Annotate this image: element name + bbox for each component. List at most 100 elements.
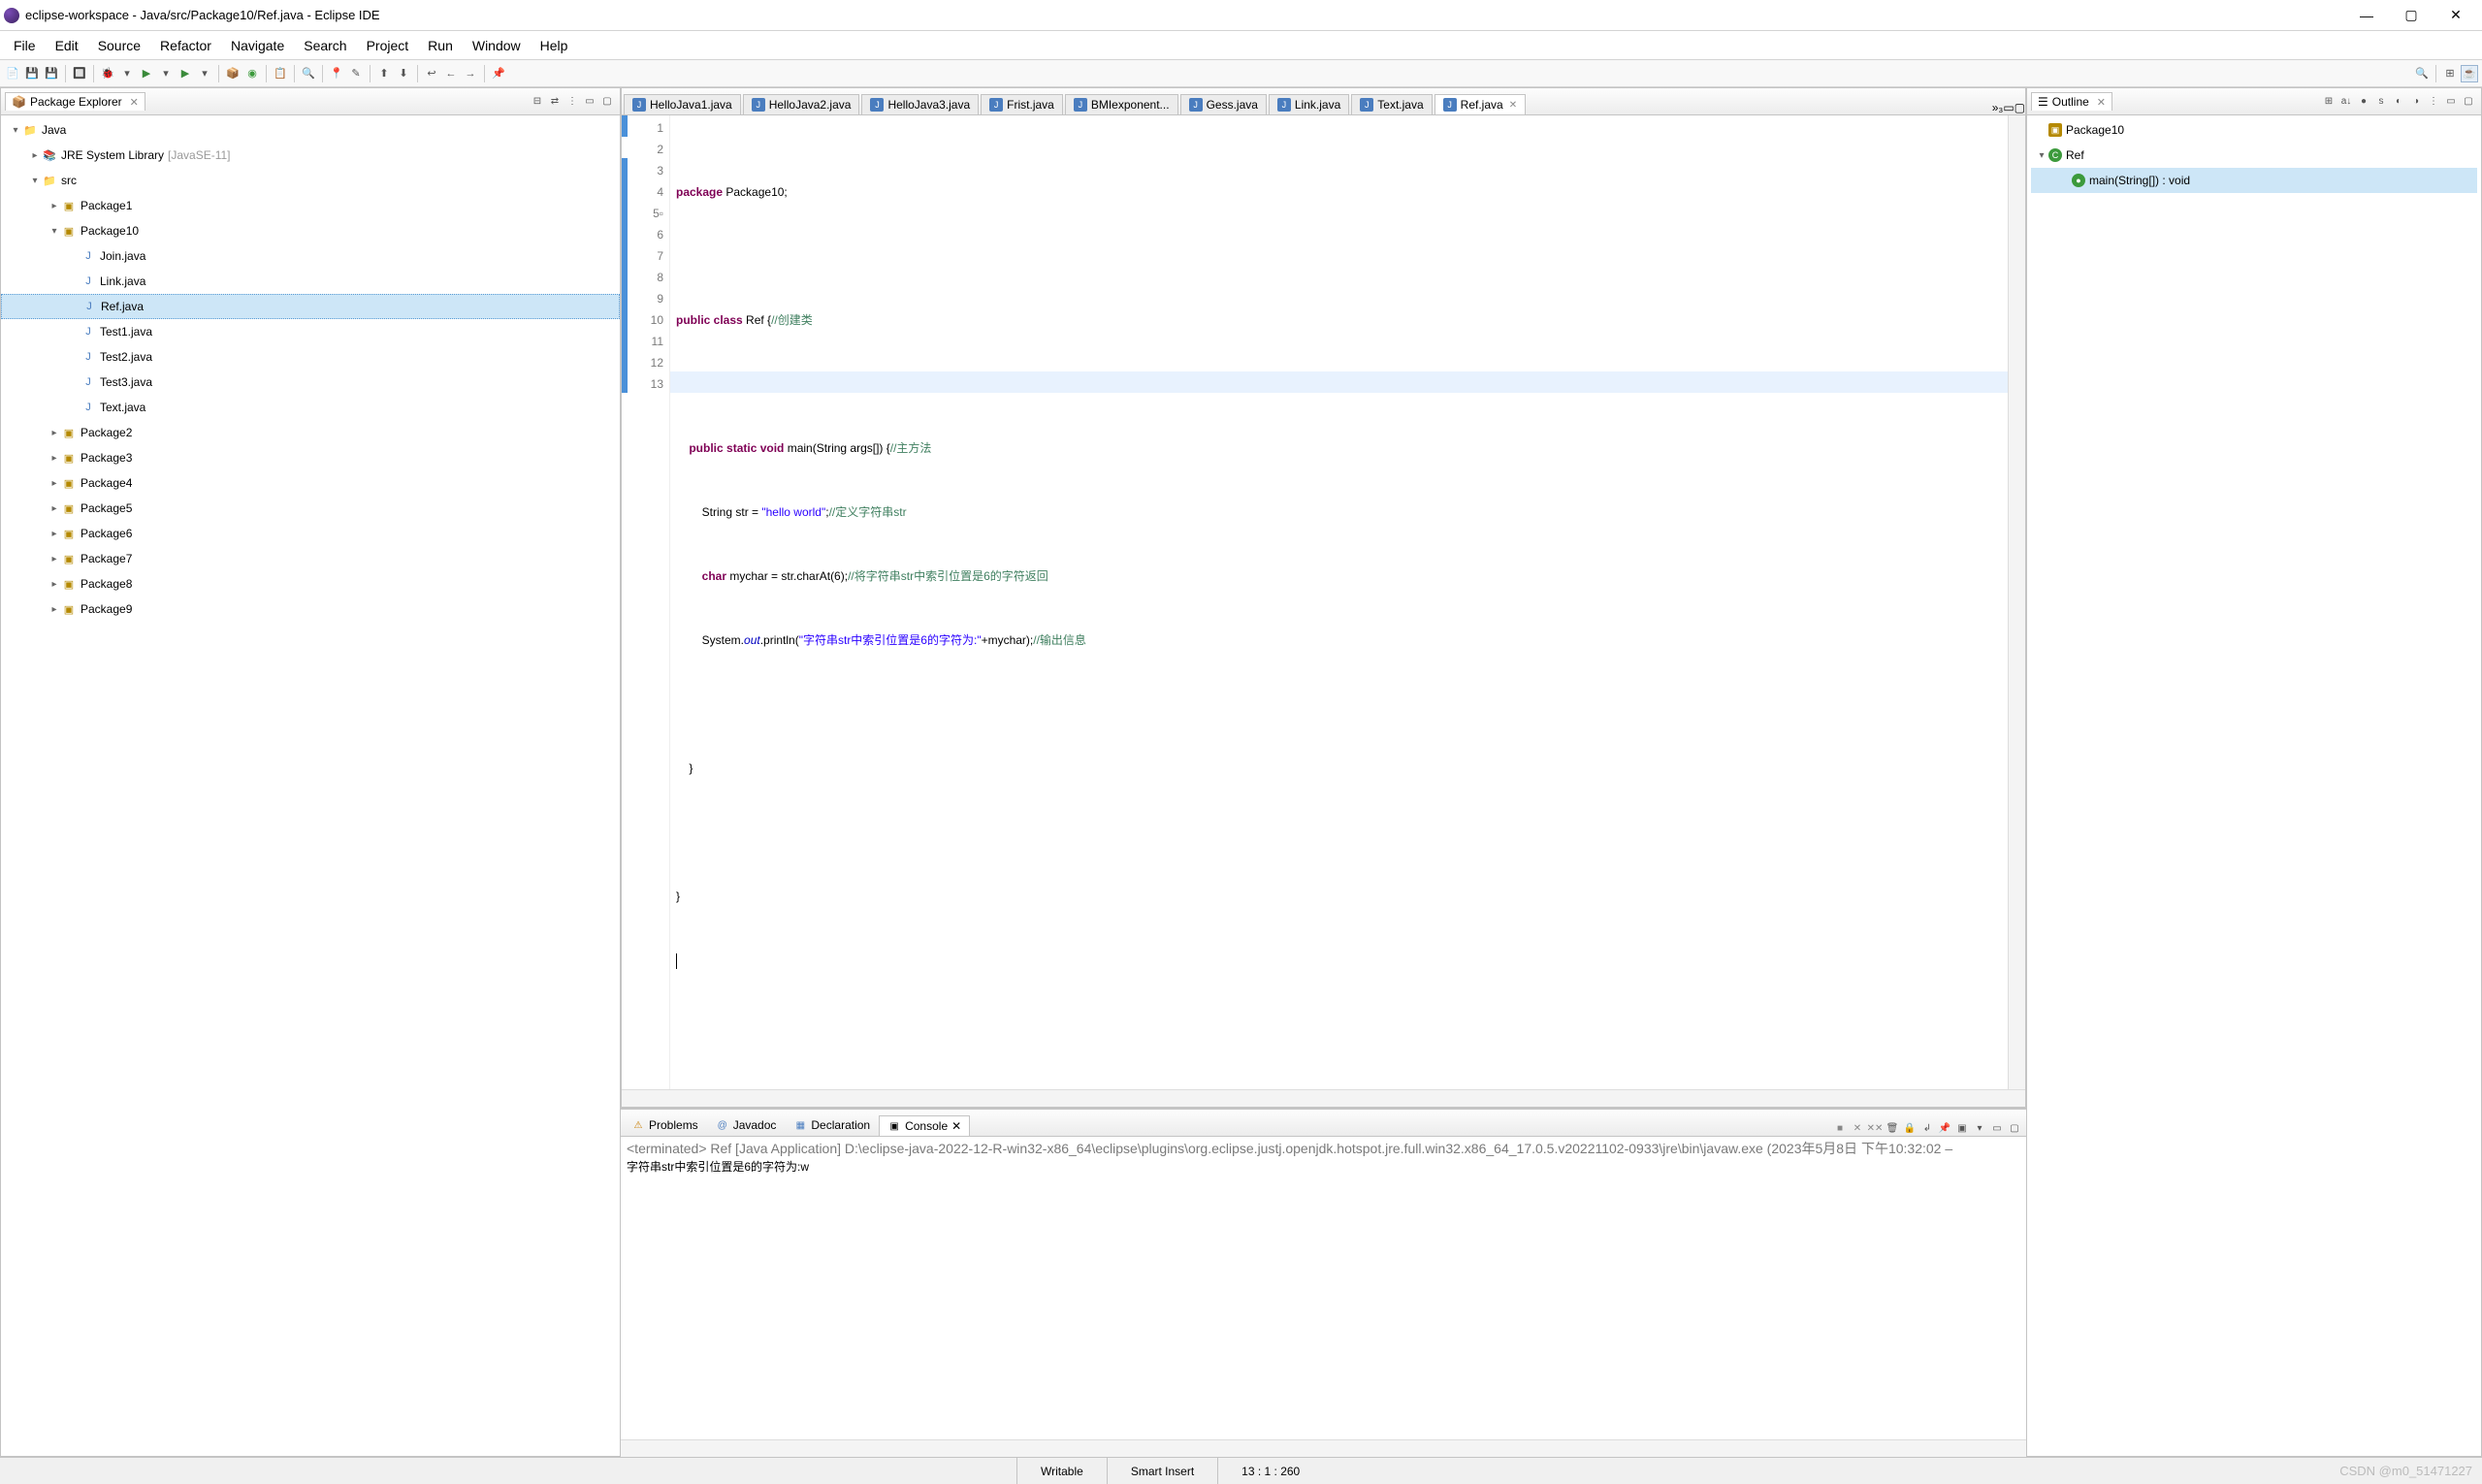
expand-icon[interactable]: ▾ [28,176,42,186]
expand-icon[interactable]: ▸ [48,503,61,514]
maximize-button[interactable]: ▢ [2389,0,2434,31]
maximize-view-button[interactable]: ▢ [599,94,615,110]
focus-button[interactable]: ⊞ [2321,94,2337,110]
close-window-button[interactable]: ✕ [2434,0,2478,31]
tab-console[interactable]: ▣Console✕ [879,1115,970,1136]
close-icon[interactable]: ✕ [951,1119,961,1133]
tree-project[interactable]: ▾ 📁 Java [1,117,620,143]
expand-icon[interactable]: ▸ [48,453,61,464]
remove-all-button[interactable]: ✕✕ [1867,1120,1883,1136]
outline-method-selected[interactable]: ● main(String[]) : void [2031,168,2477,193]
debug-button[interactable]: 🐞 [99,65,116,82]
hide-static-button[interactable]: s [2373,94,2389,110]
outline-package[interactable]: ▣ Package10 [2031,117,2477,143]
hide-nonpublic-button[interactable]: ◐ [2391,94,2406,110]
open-type-button[interactable]: 🔲 [71,65,88,82]
chevron-down-icon[interactable]: ▾ [118,65,136,82]
editor-tab[interactable]: JHelloJava1.java [624,94,741,114]
prev-annotation-button[interactable]: ⬆ [375,65,393,82]
tree-file[interactable]: J Join.java [1,243,620,269]
menu-refactor[interactable]: Refactor [150,34,221,57]
expand-icon[interactable]: ▾ [9,125,22,136]
package-tree[interactable]: ▾ 📁 Java ▸ 📚 JRE System Library [JavaSE-… [1,115,620,1456]
save-button[interactable]: 💾 [23,65,41,82]
expand-icon[interactable]: ▸ [48,554,61,565]
display-console-button[interactable]: ▣ [1954,1120,1970,1136]
horizontal-scrollbar[interactable] [621,1439,2026,1457]
tab-javadoc[interactable]: @Javadoc [707,1114,786,1136]
tree-package[interactable]: ▸ ▣ Package8 [1,571,620,597]
close-icon[interactable]: ✕ [2097,96,2106,109]
close-icon[interactable]: ✕ [1509,100,1517,111]
editor-tab-active[interactable]: JRef.java✕ [1434,94,1526,114]
hide-fields-button[interactable]: ● [2356,94,2371,110]
expand-icon[interactable]: ▾ [2035,150,2048,161]
menu-run[interactable]: Run [418,34,463,57]
view-menu-button[interactable]: ⋮ [2426,94,2441,110]
new-package-button[interactable]: 📦 [224,65,242,82]
tree-jre[interactable]: ▸ 📚 JRE System Library [JavaSE-11] [1,143,620,168]
expand-icon[interactable]: ▸ [48,579,61,590]
expand-icon[interactable]: ▸ [48,478,61,489]
tree-package[interactable]: ▸ ▣ Package3 [1,445,620,470]
show-list-button[interactable]: »₃ [1992,101,2004,114]
horizontal-scrollbar[interactable] [622,1089,2025,1107]
menu-file[interactable]: File [4,34,46,57]
expand-icon[interactable]: ▸ [28,150,42,161]
toggle-mark-button[interactable]: ✎ [347,65,365,82]
expand-icon[interactable]: ▸ [48,604,61,615]
search-button[interactable]: 🔍 [300,65,317,82]
expand-icon[interactable]: ▸ [48,201,61,211]
editor-tab[interactable]: JLink.java [1269,94,1349,114]
tree-package[interactable]: ▸ ▣ Package9 [1,597,620,622]
menu-navigate[interactable]: Navigate [221,34,294,57]
terminate-button[interactable]: ■ [1832,1120,1848,1136]
editor-tab[interactable]: JHelloJava3.java [861,94,979,114]
tree-src[interactable]: ▾ 📁 src [1,168,620,193]
open-console-button[interactable]: ▾ [1972,1120,1987,1136]
coverage-button[interactable]: ▶ [177,65,194,82]
code-area[interactable]: package Package10; public class Ref {//创… [670,115,2008,1089]
chevron-down-icon[interactable]: ▾ [196,65,213,82]
open-task-button[interactable]: 📋 [272,65,289,82]
maximize-view-button[interactable]: ▢ [2007,1120,2022,1136]
minimize-view-button[interactable]: ▭ [1989,1120,2005,1136]
expand-icon[interactable]: ▸ [48,428,61,438]
tab-declaration[interactable]: ▦Declaration [785,1114,879,1136]
tree-package[interactable]: ▸ ▣ Package2 [1,420,620,445]
scroll-lock-button[interactable]: 🔒 [1902,1120,1918,1136]
pin-button[interactable]: 📌 [490,65,507,82]
menu-help[interactable]: Help [531,34,578,57]
menu-search[interactable]: Search [294,34,356,57]
close-icon[interactable]: ✕ [130,96,139,109]
link-editor-button[interactable]: ⇄ [547,94,563,110]
editor-tab[interactable]: JGess.java [1180,94,1267,114]
run-button[interactable]: ▶ [138,65,155,82]
package-explorer-tab[interactable]: 📦 Package Explorer ✕ [5,92,145,111]
editor-tab[interactable]: JText.java [1351,94,1432,114]
code-editor[interactable]: 1234 5▫678 910111213 package Package10; … [622,115,2025,1089]
maximize-view-button[interactable]: ▢ [2461,94,2476,110]
view-menu-button[interactable]: ⋮ [564,94,580,110]
tree-file[interactable]: J Link.java [1,269,620,294]
quick-access-button[interactable]: 🔍 [2413,65,2431,82]
menu-window[interactable]: Window [463,34,531,57]
outline-class[interactable]: ▾ C Ref [2031,143,2477,168]
menu-edit[interactable]: Edit [46,34,88,57]
tree-file[interactable]: J Text.java [1,395,620,420]
tree-package[interactable]: ▸ ▣ Package5 [1,496,620,521]
editor-tab[interactable]: JBMIexponent... [1065,94,1178,114]
toggle-breadcrumb-button[interactable]: 📍 [328,65,345,82]
last-edit-button[interactable]: ↩ [423,65,440,82]
tree-file[interactable]: J Test1.java [1,319,620,344]
tab-problems[interactable]: ⚠Problems [623,1114,707,1136]
editor-tab[interactable]: JFrist.java [981,94,1063,114]
tree-package[interactable]: ▸ ▣ Package6 [1,521,620,546]
tree-file[interactable]: J Test2.java [1,344,620,370]
tree-file[interactable]: J Test3.java [1,370,620,395]
expand-icon[interactable]: ▾ [48,226,61,237]
next-annotation-button[interactable]: ⬇ [395,65,412,82]
tree-package[interactable]: ▸ ▣ Package4 [1,470,620,496]
minimize-button[interactable]: — [2344,0,2389,31]
minimize-editor-button[interactable]: ▭ [2003,101,2014,114]
